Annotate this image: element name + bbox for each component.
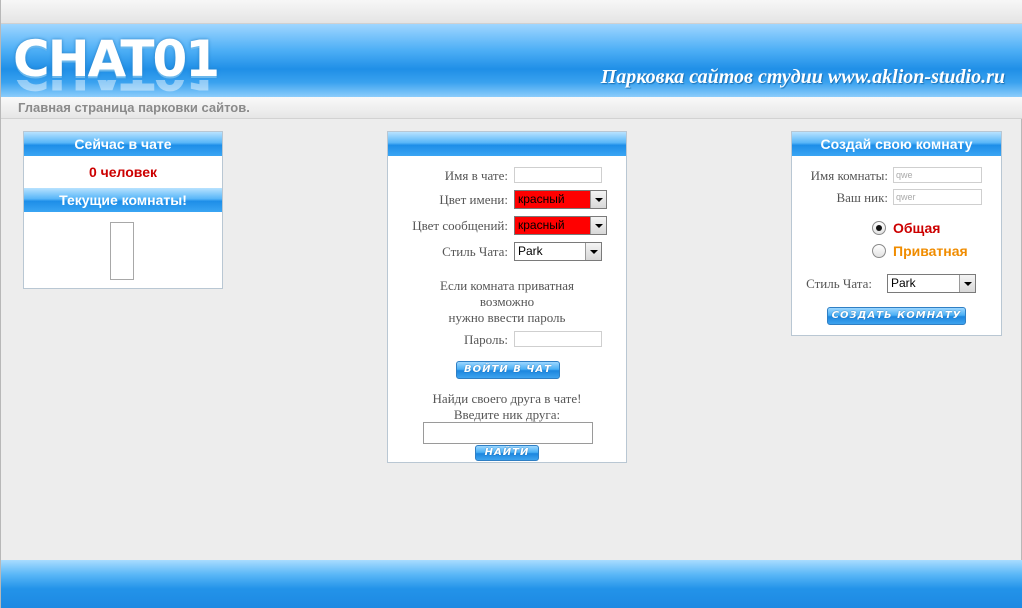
public-room-label[interactable]: Общая — [893, 220, 940, 236]
online-panel: Сейчас в чате 0 человек Текущие комнаты! — [23, 131, 223, 289]
name-color-label: Цвет имени: — [439, 192, 508, 207]
room-name-label: Имя комнаты: — [810, 168, 888, 183]
find-friend-line-1: Найди своего друга в чате! — [432, 391, 582, 406]
chat-style-select[interactable]: Park — [514, 242, 602, 261]
message-color-value: красный — [518, 218, 565, 232]
nick-label: Ваш ник: — [836, 190, 888, 205]
nick-input[interactable]: qwer — [893, 189, 982, 205]
logo-reflection: CHAT01 — [13, 80, 218, 96]
footer-bar — [1, 560, 1022, 608]
rooms-panel-title: Текущие комнаты! — [24, 188, 222, 212]
private-note-line-2: возможно — [479, 294, 535, 309]
create-room-button[interactable]: СОЗДАТЬ КОМНАТУ — [827, 307, 966, 325]
header-slogan: Парковка сайтов студии www.aklion-studio… — [600, 66, 1005, 88]
rooms-list[interactable] — [110, 222, 134, 280]
chat-name-input[interactable] — [514, 167, 602, 183]
chevron-down-icon[interactable] — [959, 275, 975, 292]
enter-chat-button[interactable]: ВОЙТИ В ЧАТ — [456, 361, 560, 379]
breadcrumb-bar: Главная страница парковки сайтов. — [1, 97, 1022, 119]
chevron-down-icon[interactable] — [590, 191, 606, 208]
chevron-down-icon[interactable] — [585, 243, 601, 260]
chat-style-value: Park — [518, 244, 543, 258]
breadcrumb-text: Главная страница парковки сайтов. — [18, 100, 250, 115]
room-style-value: Park — [891, 276, 916, 290]
private-note-line-1: Если комната приватная — [440, 278, 574, 293]
chat-style-label: Стиль Чата: — [442, 244, 508, 259]
private-room-label[interactable]: Приватная — [893, 243, 968, 259]
login-panel: Имя в чате: Цвет имени: красный Цвет соо… — [387, 131, 627, 463]
top-strip — [1, 0, 1022, 24]
online-count: 0 человек — [88, 164, 158, 180]
room-style-select[interactable]: Park — [887, 274, 976, 293]
find-friend-line-2: Введите ник друга: — [453, 407, 561, 422]
name-color-select[interactable]: красный — [514, 190, 607, 209]
friend-nick-input[interactable] — [423, 422, 593, 444]
private-note-line-3: нужно ввести пароль — [448, 310, 566, 325]
find-button[interactable]: НАЙТИ — [475, 445, 539, 461]
password-input[interactable] — [514, 331, 602, 347]
message-color-label: Цвет сообщений: — [412, 218, 508, 233]
online-panel-title: Сейчас в чате — [24, 132, 222, 156]
room-name-input[interactable]: qwe — [893, 167, 982, 183]
create-room-panel: Создай свою комнату Имя комнаты: qwe Ваш… — [791, 131, 1002, 336]
name-color-value: красный — [518, 192, 565, 206]
room-style-label: Стиль Чата: — [806, 276, 872, 291]
login-panel-title — [388, 132, 626, 156]
create-room-title: Создай свою комнату — [792, 132, 1001, 156]
password-label: Пароль: — [463, 332, 508, 347]
message-color-select[interactable]: красный — [514, 216, 607, 235]
chevron-down-icon[interactable] — [590, 217, 606, 234]
private-room-radio[interactable] — [872, 244, 886, 258]
public-room-radio[interactable] — [872, 221, 886, 235]
chat-name-label: Имя в чате: — [444, 168, 508, 183]
